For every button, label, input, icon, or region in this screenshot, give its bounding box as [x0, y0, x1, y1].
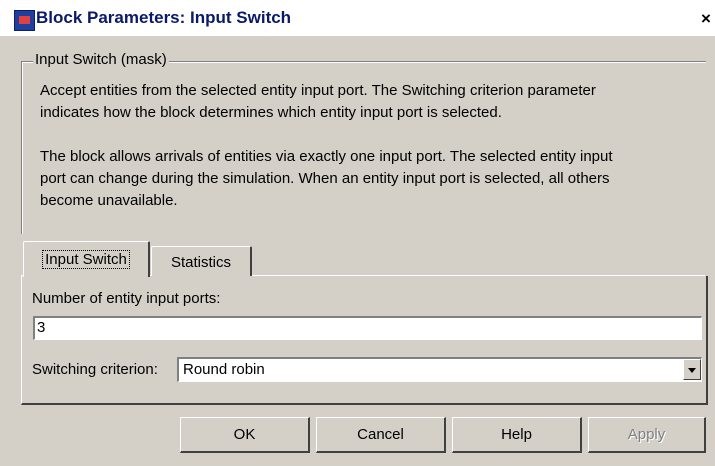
criterion-value: Round robin: [183, 361, 265, 378]
tab-label: Input Switch: [42, 250, 130, 269]
description-line: become unavailable.: [40, 192, 178, 209]
apply-button[interactable]: Apply: [588, 417, 706, 453]
close-icon[interactable]: ×: [697, 9, 715, 29]
criterion-label: Switching criterion:: [32, 361, 158, 378]
ports-label: Number of entity input ports:: [32, 290, 221, 307]
help-button[interactable]: Help: [452, 417, 582, 453]
ports-input[interactable]: 3: [33, 316, 702, 340]
description-line: indicates how the block determines which…: [40, 104, 502, 121]
group-title: Input Switch (mask): [33, 51, 169, 68]
chevron-down-icon[interactable]: [683, 359, 701, 380]
tab-statistics[interactable]: Statistics: [151, 246, 252, 276]
description-line: port can change during the simulation. W…: [40, 170, 610, 187]
window-title: Block Parameters: Input Switch: [36, 8, 292, 27]
simulink-block-icon: [14, 10, 35, 31]
tab-input-switch[interactable]: Input Switch: [23, 241, 150, 277]
tab-label: Statistics: [170, 254, 231, 271]
description-line: The block allows arrivals of entities vi…: [40, 148, 613, 165]
criterion-select[interactable]: Round robin: [177, 357, 702, 382]
title-bar: Block Parameters: Input Switch ×: [0, 0, 715, 36]
ok-button[interactable]: OK: [180, 417, 310, 453]
description-paragraph-1: Accept entities from the selected entity…: [40, 80, 708, 124]
description-paragraph-2: The block allows arrivals of entities vi…: [40, 146, 708, 212]
description-line: Accept entities from the selected entity…: [40, 82, 596, 99]
cancel-button[interactable]: Cancel: [316, 417, 446, 453]
